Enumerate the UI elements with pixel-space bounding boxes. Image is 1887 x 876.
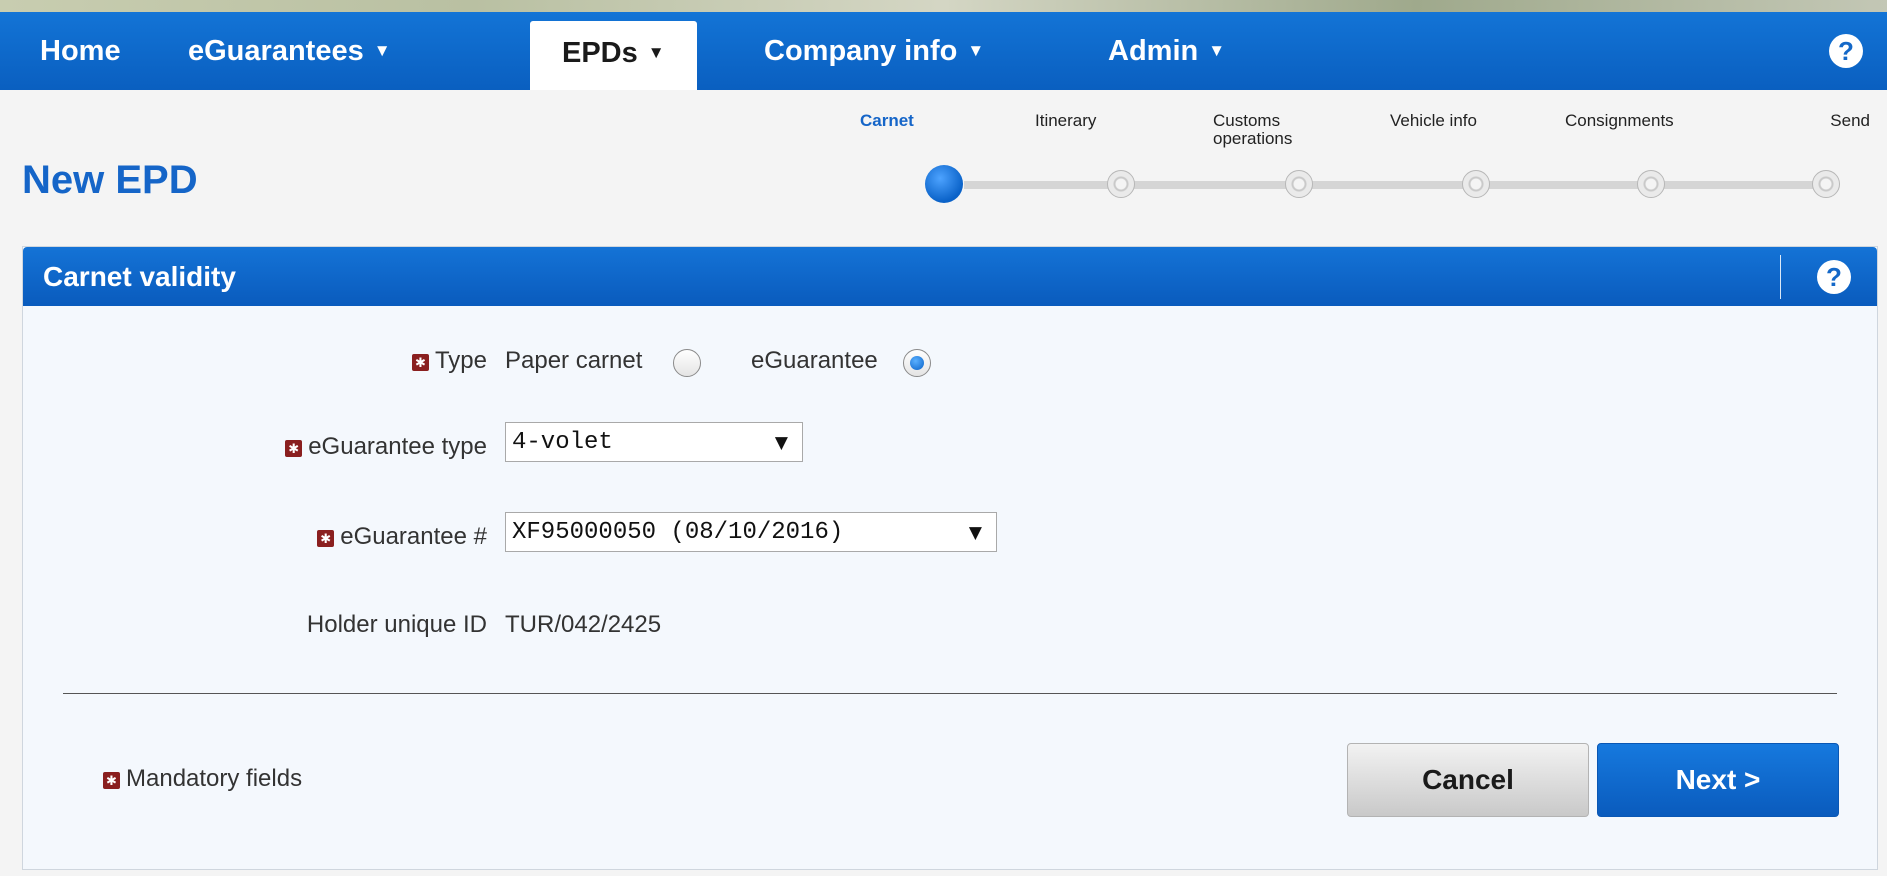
- mandatory-note-text: Mandatory fields: [126, 765, 303, 792]
- mandatory-icon: ✱: [411, 354, 429, 371]
- wizard-track: [964, 181, 1824, 189]
- eguarantee-radio[interactable]: [903, 349, 931, 377]
- header-banner: [0, 0, 1887, 12]
- mandatory-icon: ✱: [103, 772, 120, 789]
- nav-admin[interactable]: Admin ▼: [1108, 12, 1225, 90]
- eguarantee-number-select[interactable]: XF95000050 (08/10/2016) ▼: [505, 512, 997, 552]
- carnet-validity-panel: Carnet validity ? ✱ Type Paper carnet eGu…: [22, 246, 1878, 870]
- nav-epds[interactable]: EPDs ▼: [530, 21, 697, 90]
- eguarantee-type-label-text: eGuarantee type: [308, 433, 487, 460]
- help-icon[interactable]: ?: [1829, 34, 1863, 68]
- wizard-step-send-label: Send: [1830, 111, 1870, 130]
- eguarantee-type-select[interactable]: 4-volet ▼: [505, 422, 803, 462]
- wizard-step-consignments[interactable]: [1637, 170, 1665, 198]
- holder-id-value: TUR/042/2425: [505, 611, 662, 638]
- help-icon[interactable]: ?: [1817, 260, 1851, 294]
- nav-admin-label: Admin: [1108, 35, 1199, 67]
- nav-company-info-label: Company info: [764, 35, 958, 67]
- eguarantee-number-label: ✱ eGuarantee #: [317, 523, 487, 551]
- wizard-step-vehicle-label: Vehicle info: [1390, 111, 1477, 130]
- mandatory-icon: ✱: [285, 440, 303, 457]
- holder-id-label: Holder unique ID: [306, 611, 487, 638]
- nav-home-label: Home: [40, 35, 121, 67]
- wizard-step-customs-label: Customs operations: [1213, 111, 1293, 148]
- wizard-step-carnet[interactable]: [925, 165, 963, 203]
- mandatory-icon: ✱: [317, 530, 335, 547]
- wizard-step-vehicle[interactable]: [1462, 170, 1490, 198]
- wizard-step-send[interactable]: [1812, 170, 1840, 198]
- eguarantee-number-label-text: eGuarantee #: [340, 523, 487, 550]
- eguarantee-type-value: 4-volet: [512, 429, 613, 456]
- chevron-down-icon: ▼: [373, 41, 391, 60]
- wizard-step-itinerary-label: Itinerary: [1035, 111, 1097, 130]
- chevron-down-icon: ▼: [968, 523, 982, 543]
- nav-epds-label: EPDs: [562, 37, 638, 69]
- panel-title: Carnet validity: [43, 261, 236, 292]
- header-divider: [1780, 255, 1781, 299]
- type-label: ✱ Type: [411, 347, 487, 375]
- wizard-step-itinerary[interactable]: [1107, 170, 1135, 198]
- chevron-down-icon: ▼: [967, 41, 985, 60]
- chevron-down-icon: ▼: [1208, 41, 1226, 60]
- eguarantee-number-value: XF95000050 (08/10/2016): [512, 519, 844, 546]
- mandatory-note: ✱ Mandatory fields: [103, 765, 302, 793]
- panel-header: Carnet validity ?: [23, 247, 1877, 306]
- type-label-text: Type: [434, 347, 487, 374]
- form-divider: [63, 693, 1837, 694]
- cancel-button[interactable]: Cancel: [1347, 743, 1589, 817]
- eguarantee-radio-label[interactable]: eGuarantee: [751, 347, 878, 375]
- wizard-step-customs[interactable]: [1285, 170, 1313, 198]
- eguarantee-type-label: ✱ eGuarantee type: [285, 433, 487, 461]
- wizard-step-carnet-label: Carnet: [860, 111, 914, 130]
- paper-carnet-radio[interactable]: [673, 349, 701, 377]
- wizard-progress: Carnet Itinerary Customs operations Vehi…: [0, 90, 1887, 210]
- nav-eguarantees-label: eGuarantees: [188, 35, 364, 67]
- wizard-step-consignments-label: Consignments: [1565, 111, 1674, 130]
- nav-company-info[interactable]: Company info ▼: [764, 12, 984, 90]
- paper-carnet-label[interactable]: Paper carnet: [505, 347, 642, 375]
- next-button[interactable]: Next >: [1597, 743, 1839, 817]
- chevron-down-icon: ▼: [647, 43, 665, 62]
- nav-eguarantees[interactable]: eGuarantees ▼: [188, 12, 391, 90]
- chevron-down-icon: ▼: [774, 433, 788, 453]
- nav-home[interactable]: Home: [40, 12, 121, 90]
- top-navigation: Home eGuarantees ▼ EPDs ▼ Company info ▼ Ad…: [0, 12, 1887, 90]
